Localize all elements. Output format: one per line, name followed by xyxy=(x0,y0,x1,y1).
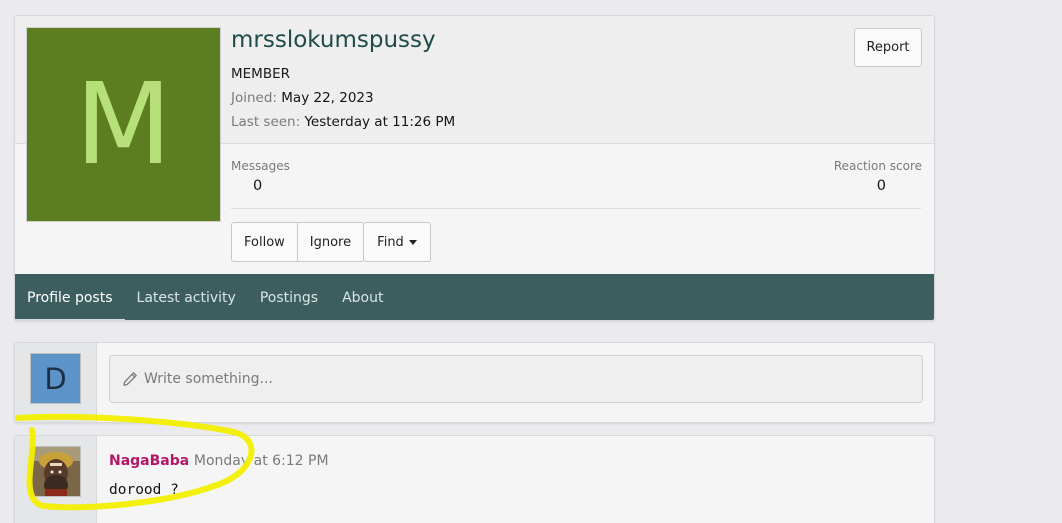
follow-ignore-group: Follow Ignore xyxy=(231,222,365,262)
tab-postings[interactable]: Postings xyxy=(248,274,330,320)
reaction-score-value[interactable]: 0 xyxy=(877,178,886,194)
tab-profile-posts[interactable]: Profile posts xyxy=(15,274,125,320)
tab-latest-activity[interactable]: Latest activity xyxy=(125,274,248,320)
post-body-text: dorood ? xyxy=(109,482,179,498)
reaction-score-label[interactable]: Reaction score xyxy=(834,159,922,173)
follow-button[interactable]: Follow xyxy=(232,223,297,261)
member-avatar[interactable]: M xyxy=(26,27,221,222)
member-username: mrsslokumspussy xyxy=(231,27,436,53)
report-button[interactable]: Report xyxy=(854,28,922,67)
write-something-placeholder: Write something... xyxy=(144,371,273,387)
pencil-icon xyxy=(122,371,138,387)
messages-label[interactable]: Messages xyxy=(231,159,290,173)
current-user-avatar-letter: D xyxy=(44,361,67,396)
profile-post-composer: D Write something... xyxy=(14,342,935,423)
profile-post: NagaBaba · Monday at 6:12 PM dorood ? xyxy=(14,435,935,523)
last-seen-value: Yesterday at 11:26 PM xyxy=(304,114,456,130)
member-header-card: M mrsslokumspussy MEMBER Joined: May 22,… xyxy=(14,15,935,321)
write-something-input[interactable]: Write something... xyxy=(109,355,923,403)
find-button[interactable]: Find xyxy=(363,222,431,262)
post-author-link[interactable]: NagaBaba xyxy=(109,453,189,469)
caret-down-icon xyxy=(408,240,417,245)
joined-value: May 22, 2023 xyxy=(281,90,374,106)
post-author-avatar[interactable] xyxy=(30,446,81,497)
current-user-avatar[interactable]: D xyxy=(30,353,81,404)
member-avatar-letter: M xyxy=(75,59,172,190)
post-timestamp[interactable]: · Monday at 6:12 PM xyxy=(185,453,329,469)
post-avatar-column xyxy=(15,436,97,523)
last-seen-label: Last seen: xyxy=(231,114,301,130)
composer-avatar-column: D xyxy=(15,343,97,422)
profile-tabs: Profile posts Latest activity Postings A… xyxy=(15,274,934,320)
member-last-seen: Last seen: Yesterday at 11:26 PM xyxy=(231,114,455,130)
member-joined: Joined: May 22, 2023 xyxy=(231,90,374,106)
ignore-button[interactable]: Ignore xyxy=(296,223,363,261)
member-user-title: MEMBER xyxy=(231,66,290,82)
joined-label: Joined: xyxy=(231,90,277,106)
messages-value[interactable]: 0 xyxy=(253,178,262,194)
find-label: Find xyxy=(377,234,404,250)
tab-about[interactable]: About xyxy=(330,274,395,320)
stats-divider xyxy=(231,208,921,209)
